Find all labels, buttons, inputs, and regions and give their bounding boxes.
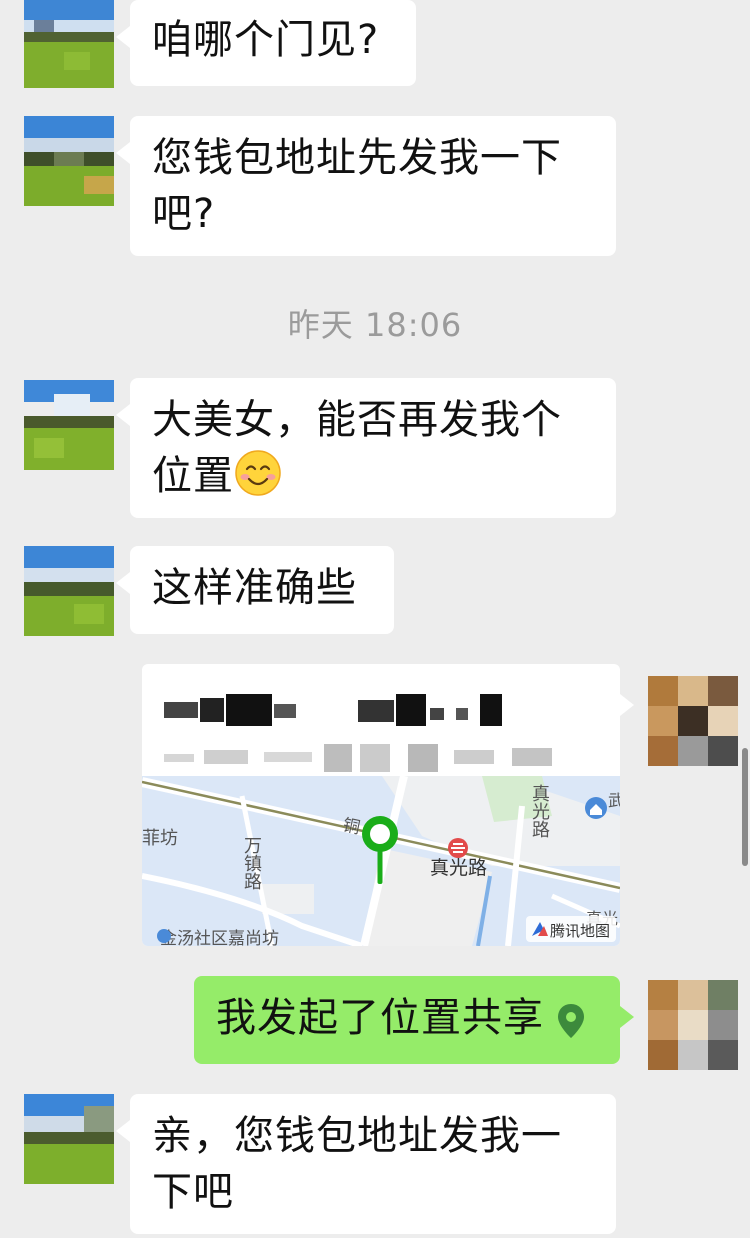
tencent-map-watermark: 腾讯地图 (526, 916, 616, 942)
location-map[interactable]: 菲坊 铜 万镇路 真光路 真光路 金汤社区嘉尚坊 武 真光 (142, 776, 620, 946)
location-pin-icon (558, 1004, 584, 1038)
my-avatar[interactable] (648, 980, 738, 1070)
message-bubble[interactable]: 亲，您钱包地址发我一下吧 (116, 1094, 616, 1234)
message-bubble[interactable]: 这样准确些 (116, 546, 394, 634)
smile-emoji-icon (235, 450, 281, 496)
contact-avatar[interactable] (24, 380, 114, 470)
message-text: 咱哪个门见? (152, 17, 380, 63)
home-poi-icon (585, 797, 607, 819)
map-label-zhenguang-vertical: 真光路 (530, 784, 550, 838)
bubble-tail (620, 694, 634, 716)
map-label: 真光路 (430, 857, 487, 879)
svg-text:腾讯地图: 腾讯地图 (550, 923, 610, 940)
scrollbar[interactable] (742, 748, 748, 866)
message-bubble[interactable]: 大美女，能否再发我个位置 (116, 378, 616, 518)
message-bubble[interactable]: 您钱包地址先发我一下吧? (116, 116, 616, 256)
bottom-poi-icon (157, 929, 171, 943)
contact-avatar[interactable] (24, 116, 114, 206)
message-text: 我发起了位置共享 (216, 995, 544, 1041)
map-label: 武 (608, 792, 620, 810)
map-label: 金汤社区嘉尚坊 (160, 929, 279, 946)
map-label: 菲坊 (142, 828, 178, 848)
message-bubble[interactable]: 咱哪个门见? (116, 0, 416, 86)
svg-text:万镇路: 万镇路 (242, 836, 262, 890)
metro-station-icon (448, 838, 468, 858)
svg-text:真光路: 真光路 (530, 784, 550, 838)
message-text: 大美女，能否再发我个位置 (152, 397, 562, 499)
message-timestamp: 昨天 18:06 (287, 306, 463, 344)
location-address-obscured (164, 744, 554, 772)
location-title-obscured (164, 694, 504, 726)
contact-avatar[interactable] (24, 1094, 114, 1184)
location-message-card[interactable]: 菲坊 铜 万镇路 真光路 真光路 金汤社区嘉尚坊 武 真光 (142, 664, 620, 946)
my-avatar[interactable] (648, 676, 738, 766)
contact-avatar[interactable] (24, 0, 114, 88)
map-label-wanzhen: 万镇路 (242, 836, 262, 890)
location-share-bubble[interactable]: 我发起了位置共享 (194, 976, 634, 1064)
contact-avatar[interactable] (24, 546, 114, 636)
message-text: 亲，您钱包地址发我一下吧 (152, 1113, 562, 1215)
message-text: 您钱包地址先发我一下吧? (152, 135, 562, 237)
message-text: 这样准确些 (152, 565, 357, 611)
